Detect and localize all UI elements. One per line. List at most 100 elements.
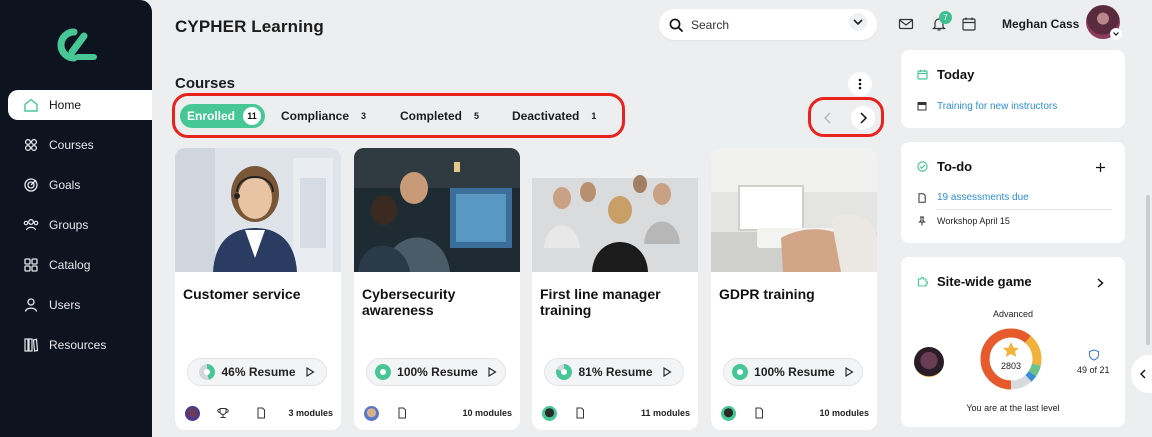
course-meta: 10 modules xyxy=(711,406,877,422)
document-icon xyxy=(398,407,406,419)
chevron-down-icon xyxy=(849,13,867,31)
tab-label: Completed xyxy=(400,109,463,123)
game-footer: You are at the last level xyxy=(966,403,1060,413)
today-heading: Today xyxy=(917,67,974,82)
mail-icon[interactable] xyxy=(898,16,914,32)
avatar xyxy=(914,347,944,377)
game-score: 2803 xyxy=(1000,361,1022,371)
more-vertical-icon xyxy=(858,78,862,90)
user-menu-caret[interactable] xyxy=(1110,28,1122,40)
resume-button[interactable]: 100% Resume xyxy=(723,358,863,386)
course-meta: 10 modules xyxy=(354,406,520,422)
courses-heading: Courses xyxy=(175,75,236,92)
play-icon xyxy=(488,367,497,377)
sidebar-item-label: Users xyxy=(49,298,81,312)
course-card[interactable]: GDPR training 100% Resume 10 modules xyxy=(711,148,877,430)
resources-icon xyxy=(22,336,40,354)
check-circle-icon xyxy=(917,161,928,172)
course-thumbnail-customer-service xyxy=(175,148,341,272)
next-button[interactable] xyxy=(851,106,875,130)
play-icon xyxy=(662,367,672,377)
tab-count: 11 xyxy=(243,107,262,125)
previous-button[interactable] xyxy=(816,106,840,130)
tab-label: Deactivated xyxy=(512,109,580,123)
course-meta: 3 modules xyxy=(175,406,341,422)
modules-count: 10 modules xyxy=(819,408,869,418)
instructor-avatar xyxy=(721,406,736,421)
sidebar-item-resources[interactable]: Resources xyxy=(8,330,152,360)
calendar-icon[interactable] xyxy=(961,16,977,32)
sidebar-item-users[interactable]: Users xyxy=(8,290,152,320)
document-icon xyxy=(918,193,926,203)
course-title: Customer service xyxy=(183,286,301,302)
courses-icon xyxy=(22,136,40,154)
today-event-link[interactable]: Training for new instructors xyxy=(937,101,1057,112)
progress-ring xyxy=(732,364,749,380)
todo-assessments-link[interactable]: 19 assessments due xyxy=(937,192,1029,203)
calendar-icon xyxy=(917,69,928,80)
search-bar[interactable] xyxy=(659,9,877,40)
game-level: Advanced xyxy=(992,309,1034,319)
course-card[interactable]: Cybersecurity awareness 100% Resume 10 m… xyxy=(354,148,520,430)
goals-icon xyxy=(22,176,40,194)
modules-count: 10 modules xyxy=(462,408,512,418)
search-input[interactable] xyxy=(691,17,841,32)
course-title: Cybersecurity awareness xyxy=(362,286,456,318)
add-todo-button[interactable] xyxy=(1095,162,1106,173)
play-icon xyxy=(305,367,315,377)
calendar-icon xyxy=(917,102,927,111)
tab-count: 5 xyxy=(474,111,480,121)
tab-count: 3 xyxy=(361,111,367,121)
scrollbar[interactable] xyxy=(1146,195,1150,345)
user-name[interactable]: Meghan Cass xyxy=(1002,17,1079,31)
course-card[interactable]: First line manager training 81% Resume 1… xyxy=(532,148,698,430)
game-heading: Site-wide game xyxy=(917,274,1032,289)
course-card[interactable]: Customer service 46% Resume 3 modules xyxy=(175,148,341,430)
collapse-panel-button[interactable] xyxy=(1131,355,1152,393)
chevron-right-icon[interactable] xyxy=(1095,277,1105,289)
sidebar-item-label: Goals xyxy=(49,178,81,192)
tab-compliance[interactable]: Compliance 3 xyxy=(281,104,366,128)
divider xyxy=(937,209,1112,210)
sidebar-item-label: Home xyxy=(49,98,82,112)
resume-button[interactable]: 100% Resume xyxy=(366,358,506,386)
sidebar-item-groups[interactable]: Groups xyxy=(8,210,152,240)
tab-completed[interactable]: Completed 5 xyxy=(400,104,479,128)
resume-button[interactable]: 81% Resume xyxy=(544,358,684,386)
game-title: Site-wide game xyxy=(937,274,1032,289)
page-title: CYPHER Learning xyxy=(175,17,324,36)
today-title: Today xyxy=(937,67,975,82)
more-options-button[interactable] xyxy=(848,72,872,96)
search-scope-dropdown[interactable] xyxy=(849,13,867,36)
tab-enrolled[interactable]: Enrolled 11 xyxy=(180,104,266,128)
puzzle-icon xyxy=(917,276,928,287)
home-icon xyxy=(22,96,40,114)
game-panel: Site-wide game Advanced 2803 49 of 21 Yo… xyxy=(901,257,1125,427)
sidebar-item-courses[interactable]: Courses xyxy=(8,130,152,160)
shield-icon xyxy=(1088,349,1100,361)
document-icon xyxy=(576,407,584,419)
resume-button[interactable]: 46% Resume xyxy=(187,358,327,386)
sidebar-item-label: Groups xyxy=(49,218,89,232)
chevron-left-icon xyxy=(824,112,831,124)
sidebar: Home Courses Goals Groups Catalog Users xyxy=(0,0,152,437)
progress-ring xyxy=(199,364,216,380)
course-title: GDPR training xyxy=(719,286,815,302)
sidebar-item-catalog[interactable]: Catalog xyxy=(8,250,152,280)
users-icon xyxy=(22,296,40,314)
document-icon xyxy=(755,407,763,419)
search-icon xyxy=(669,18,683,32)
trophy-icon xyxy=(217,408,229,418)
tab-deactivated[interactable]: Deactivated 1 xyxy=(512,104,596,128)
course-title: First line manager training xyxy=(540,286,661,318)
play-icon xyxy=(845,367,854,377)
today-panel: Today Training for new instructors xyxy=(901,50,1125,128)
document-icon xyxy=(257,407,265,419)
cypher-logo[interactable] xyxy=(54,28,98,62)
modules-count: 3 modules xyxy=(288,408,333,418)
chevron-down-icon xyxy=(1113,32,1119,36)
sidebar-item-goals[interactable]: Goals xyxy=(8,170,152,200)
course-meta: 11 modules xyxy=(532,406,698,422)
todo-workshop-item[interactable]: Workshop April 15 xyxy=(937,216,1010,226)
sidebar-item-home[interactable]: Home xyxy=(8,90,152,120)
